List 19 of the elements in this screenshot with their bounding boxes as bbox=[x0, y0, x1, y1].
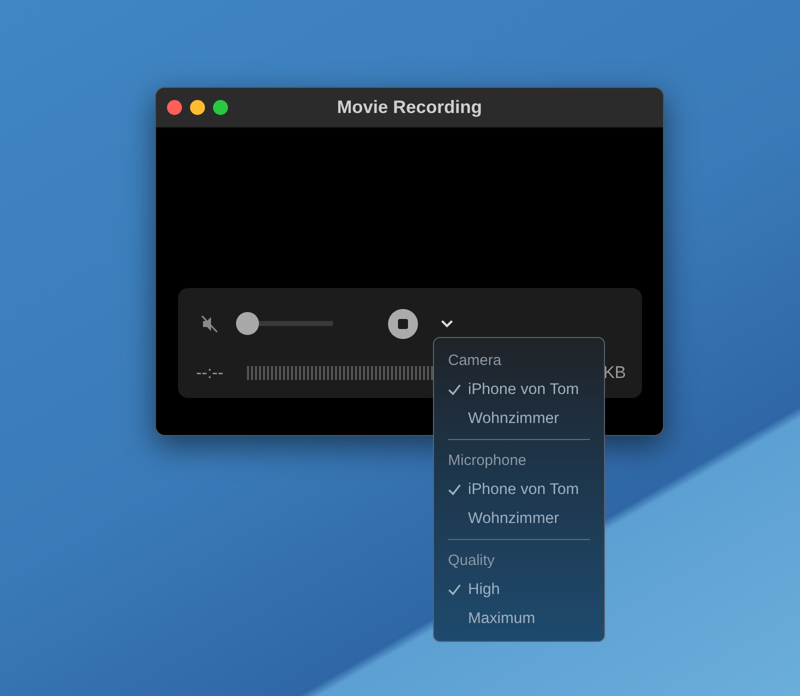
slider-thumb[interactable] bbox=[236, 312, 259, 335]
stop-button[interactable] bbox=[388, 308, 418, 338]
chevron-down-icon[interactable] bbox=[440, 318, 454, 328]
menu-item[interactable]: Maximum bbox=[468, 606, 536, 631]
speaker-muted-icon[interactable] bbox=[200, 314, 220, 334]
minimize-button[interactable] bbox=[190, 100, 205, 115]
elapsed-time: --:-- bbox=[196, 362, 224, 384]
menu-heading: Quality bbox=[447, 551, 496, 571]
menu-item[interactable]: Wohnzimmer bbox=[468, 406, 560, 431]
menu-heading: Microphone bbox=[447, 451, 528, 471]
window-title: Movie Recording bbox=[336, 96, 482, 119]
menu-item[interactable]: iPhone von Tom bbox=[468, 377, 579, 402]
menu-item[interactable]: Wohnzimmer bbox=[468, 506, 560, 531]
file-size: KB bbox=[603, 362, 626, 384]
menu-item[interactable]: iPhone von Tom bbox=[468, 477, 579, 502]
menu-heading: Camera bbox=[447, 351, 502, 371]
menu-item[interactable]: High bbox=[468, 577, 500, 602]
zoom-button[interactable] bbox=[213, 100, 228, 115]
close-button[interactable] bbox=[167, 100, 182, 115]
